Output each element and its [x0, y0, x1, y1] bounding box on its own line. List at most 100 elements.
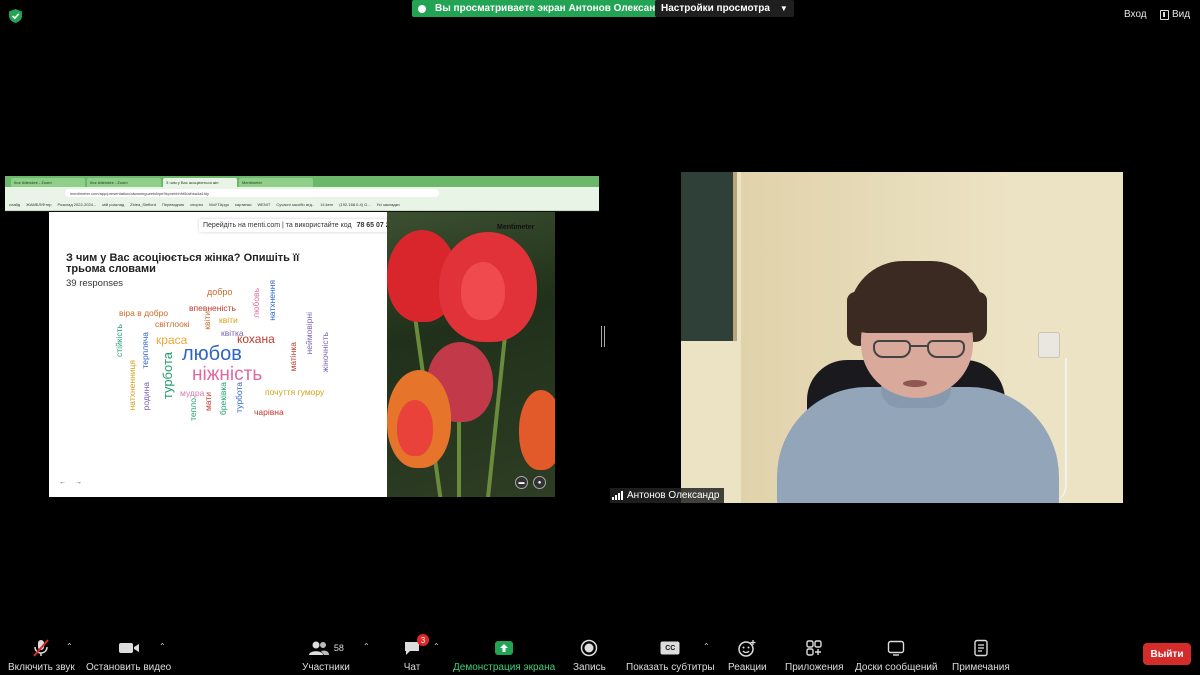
notes-button[interactable]: Примечания: [952, 638, 1010, 673]
participants-count: 58: [333, 643, 344, 653]
next-arrow-icon: →: [74, 479, 82, 486]
shared-screen: Ihor Attendee - Zoom Ihor Attendee - Zoo…: [5, 176, 599, 497]
participants-caret[interactable]: ⌃: [363, 642, 370, 651]
browser-address-row: mentimeter.com/app/presentation/alwaomgu…: [5, 187, 599, 199]
share-screen-button[interactable]: Демонстрация экрана: [453, 638, 555, 673]
record-label: Запись: [573, 662, 606, 673]
audio-options-caret[interactable]: ⌃: [66, 642, 73, 651]
split-view-handle[interactable]: [601, 326, 605, 347]
enter-button[interactable]: Вход: [1124, 9, 1147, 20]
word-cloud-word: кохана: [237, 332, 275, 346]
view-button[interactable]: Вид: [1160, 9, 1190, 20]
word-cloud-word: стійкість: [114, 324, 124, 357]
participants-icon-wrap: 58: [308, 638, 344, 658]
video-camera-icon: [118, 638, 140, 658]
chat-unread-badge: 3: [417, 634, 429, 646]
share-banner-text: Вы просматриваете экран Антонов Олександ…: [435, 3, 668, 14]
zoom-meeting-window: Вы просматриваете экран Антонов Олександ…: [0, 0, 1200, 675]
word-cloud-word: любовь: [251, 288, 261, 318]
bookmark-item: Переводчик: [161, 202, 185, 207]
chalkboard: [681, 172, 737, 341]
unmute-label: Включить звук: [8, 662, 75, 673]
join-code: 78 65 07 2: [356, 222, 390, 229]
shield-icon[interactable]: [9, 9, 22, 23]
view-label: Вид: [1172, 9, 1191, 20]
reactions-label: Реакции: [728, 662, 767, 673]
video-options-caret[interactable]: ⌃: [159, 642, 166, 651]
reactions-button[interactable]: Реакции: [728, 638, 767, 673]
bookmark-item: 14.kem: [320, 202, 334, 207]
power-outlet: [1038, 332, 1060, 358]
word-cloud-word: бреківка: [218, 382, 228, 416]
bookmark-item: Усі закладки: [376, 202, 400, 207]
bookmark-item: Сучасні засоби атд..: [276, 202, 315, 207]
leave-button[interactable]: Выйти: [1143, 643, 1191, 665]
browser-url: mentimeter.com/app/presentation/alwaomgu…: [65, 189, 439, 197]
unmute-button[interactable]: Включить звук: [8, 638, 75, 673]
participants-label: Участники: [302, 662, 350, 673]
join-code-bar: Перейдіть на menti.com | та використайте…: [199, 219, 394, 232]
chat-caret[interactable]: ⌃: [433, 642, 440, 651]
share-screen-label: Демонстрация экрана: [453, 662, 556, 673]
audience-icon[interactable]: ●: [533, 476, 546, 489]
bookmark-item: WENIT: [257, 202, 271, 207]
slide-letterbox-left: [5, 212, 49, 497]
show-captions-button[interactable]: CC Показать субтитры: [626, 638, 715, 673]
tulip-orange: [519, 390, 555, 470]
apps-button[interactable]: Приложения: [785, 638, 844, 673]
view-options-button[interactable]: Настройки просмотра ▼: [655, 0, 794, 17]
share-screen-icon: [494, 638, 514, 658]
signal-icon: [612, 491, 623, 500]
word-cloud-word: добро: [207, 287, 233, 297]
captions-caret[interactable]: ⌃: [703, 642, 710, 651]
participants-icon: [308, 641, 329, 655]
word-cloud-word: світлоокі: [155, 319, 190, 329]
word-cloud-word: турбота: [234, 382, 244, 413]
bookmark-item: Zbiea_Sieflord: [130, 202, 156, 207]
prev-arrow-icon: ←: [59, 479, 66, 486]
participants-button[interactable]: 58 Участники: [302, 638, 350, 673]
enter-label: Вход: [1124, 9, 1147, 20]
whiteboard-icon: [887, 638, 905, 658]
word-cloud-word: квіти: [202, 311, 212, 330]
word-cloud-word: впевненість: [189, 303, 236, 313]
notes-icon: [973, 638, 989, 658]
bookmark-item: (192.168.0.4) G...: [339, 202, 371, 207]
word-cloud-word: матінка: [288, 342, 298, 372]
word-cloud-word: жіночність: [320, 332, 330, 373]
bookmark-item: Розклад 2022-2024...: [57, 202, 97, 207]
word-cloud-word: любов: [182, 343, 242, 365]
person-mouth: [903, 380, 927, 387]
mentimeter-logo: Mentimeter: [497, 224, 535, 231]
apps-label: Приложения: [785, 662, 844, 673]
word-cloud-word: родина: [141, 382, 151, 411]
chat-icon: 3: [403, 634, 429, 658]
word-cloud-word: почуття гумору: [265, 387, 325, 397]
bookmark-item: спорно: [190, 202, 204, 207]
bookmarks-bar: слайд ЖАМБЛ/Фтпр Розклад 2022-2024... мій р…: [5, 199, 599, 211]
meeting-toolbar: Включить звук ⌃ Остановить видео ⌃ 58 Уч…: [0, 632, 1200, 675]
captions-icon-text: CC: [665, 644, 676, 652]
browser-tab-strip: Ihor Attendee - Zoom Ihor Attendee - Zoo…: [5, 176, 599, 187]
mentimeter-slide: Перейдіть на menti.com | та використайте…: [49, 212, 394, 497]
tulip-highlight: [461, 262, 505, 320]
word-cloud-word: квіти: [219, 315, 238, 325]
share-indicator-icon: [418, 4, 426, 13]
record-button[interactable]: Запись: [573, 638, 606, 673]
tulip-red-stripe: [397, 400, 433, 456]
stop-video-label: Остановить видео: [86, 662, 172, 673]
word-cloud-word: мати: [203, 392, 213, 412]
word-cloud-word: неймовірні: [304, 312, 314, 355]
word-cloud-word: мудра: [180, 388, 205, 398]
bookmark-item: МоУТАрgo: [209, 202, 229, 207]
chat-button[interactable]: 3 Чат: [403, 634, 429, 673]
chat-label: Чат: [403, 662, 421, 673]
view-options-label: Настройки просмотра: [661, 3, 770, 14]
glasses: [873, 340, 965, 360]
browser-tab: Ihor Attendee - Zoom: [87, 178, 161, 187]
word-cloud-word: чарівна: [254, 407, 284, 417]
comment-icon[interactable]: ▬: [515, 476, 528, 489]
whiteboards-button[interactable]: Доски сообщений: [855, 638, 938, 673]
notes-label: Примечания: [952, 662, 1010, 673]
tulip-image: Mentimeter ▬ ●: [387, 212, 555, 497]
